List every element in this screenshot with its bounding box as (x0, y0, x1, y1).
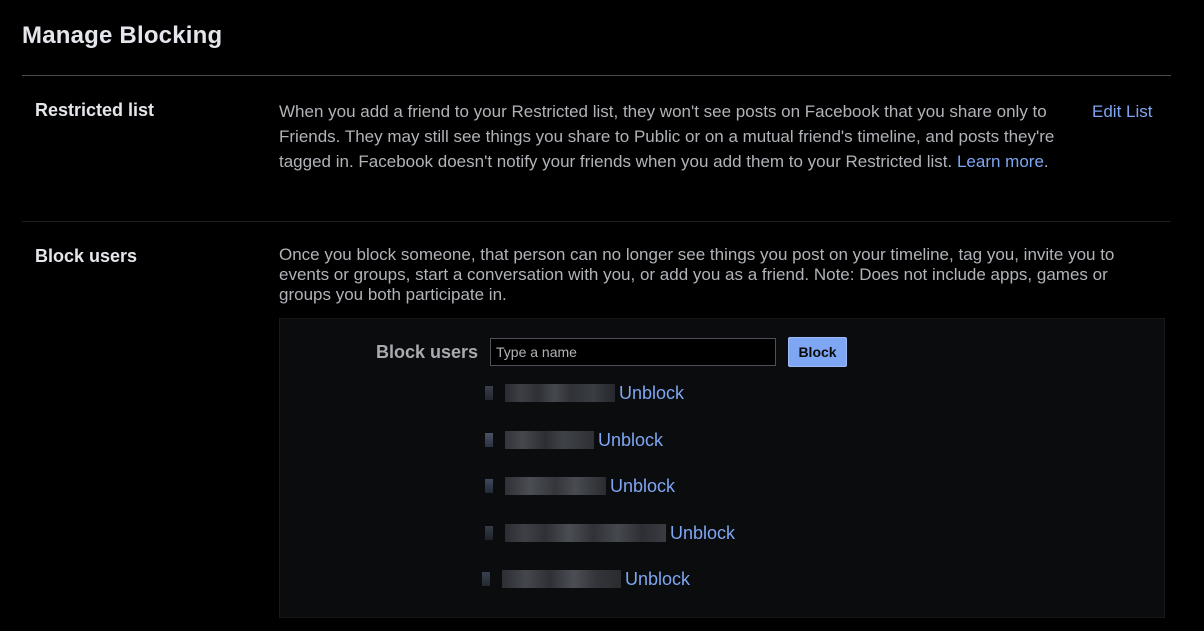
blocked-user-name-redacted (505, 524, 666, 542)
page-title: Manage Blocking (22, 22, 223, 49)
restricted-list-description: When you add a friend to your Restricted… (279, 99, 1079, 174)
block-users-label: Block users (35, 246, 138, 266)
blocked-user-name-redacted (505, 431, 594, 449)
blocked-user-avatar (485, 526, 493, 540)
section-divider (22, 221, 1171, 222)
blocked-user-avatar (485, 433, 493, 447)
block-users-description: Once you block someone, that person can … (279, 245, 1115, 304)
learn-more-link[interactable]: Learn more (957, 152, 1044, 171)
block-button[interactable]: Block (788, 337, 847, 367)
unblock-link[interactable]: Unblock (610, 475, 675, 497)
blocked-user-row: Unblock (485, 522, 735, 544)
block-name-input[interactable] (490, 338, 776, 366)
edit-list-link[interactable]: Edit List (1092, 99, 1152, 124)
unblock-link[interactable]: Unblock (670, 522, 735, 544)
block-users-panel-label: Block users (376, 342, 479, 362)
restricted-description-text: When you add a friend to your Restricted… (279, 102, 1055, 171)
learn-more-suffix: . (1043, 152, 1049, 171)
unblock-link[interactable]: Unblock (598, 429, 663, 451)
restricted-list-label: Restricted list (35, 100, 155, 120)
title-divider (22, 75, 1171, 76)
unblock-link[interactable]: Unblock (625, 568, 690, 590)
blocked-user-row: Unblock (482, 568, 690, 590)
unblock-link[interactable]: Unblock (619, 382, 684, 404)
blocked-user-row: Unblock (485, 475, 675, 497)
blocked-user-row: Unblock (485, 382, 684, 404)
blocked-user-avatar (485, 479, 493, 493)
blocked-user-avatar (482, 572, 490, 586)
blocked-user-name-redacted (502, 570, 621, 588)
blocked-user-name-redacted (505, 477, 606, 495)
blocked-user-avatar (485, 386, 493, 400)
blocked-user-name-redacted (505, 384, 615, 402)
blocked-user-row: Unblock (485, 429, 663, 451)
